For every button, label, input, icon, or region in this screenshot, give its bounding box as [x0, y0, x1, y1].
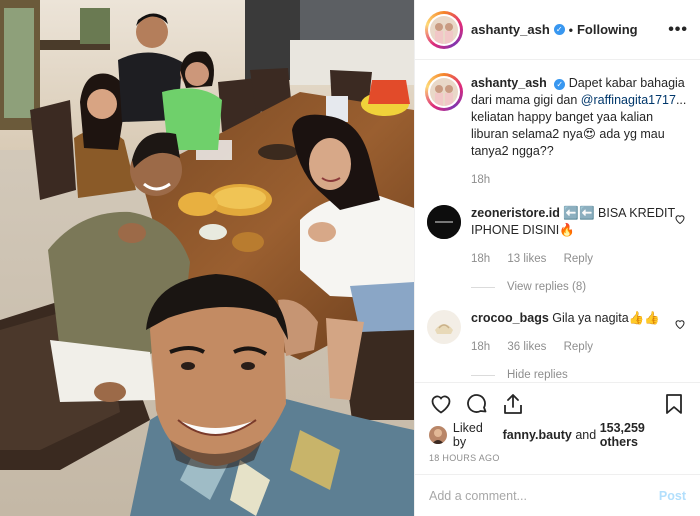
hide-replies-toggle[interactable]: Hide replies	[471, 367, 688, 381]
comment-avatar[interactable]	[427, 310, 461, 344]
comment-meta: 18h 36 likes Reply	[471, 339, 688, 356]
add-comment-bar: Add a comment... Post	[415, 474, 700, 516]
share-icon[interactable]	[501, 392, 525, 416]
separator-dot: •	[568, 22, 573, 37]
comment-like-heart-icon[interactable]	[674, 318, 686, 330]
comment-icon[interactable]	[465, 392, 489, 416]
liker-avatar-image	[429, 426, 447, 444]
comment-time[interactable]: 18h	[471, 341, 490, 353]
comment-avatar[interactable]	[427, 205, 461, 239]
following-button[interactable]: Following	[577, 22, 638, 37]
more-options-icon[interactable]: •••	[668, 21, 688, 39]
author-username[interactable]: ashanty_ash	[471, 22, 550, 37]
likes-summary: Liked by fanny.bauty and 153,259 others	[415, 421, 700, 449]
post-comment-button[interactable]: Post	[659, 489, 686, 503]
likes-prefix: Liked by	[452, 421, 483, 449]
verified-badge-icon: ✓	[554, 79, 566, 90]
comment-body: zeoneristore.id ⬅️⬅️ BISA KREDIT IPHONE …	[471, 205, 688, 296]
comments-list[interactable]: ashanty_ash ✓ Dapet kabar bahagia dari m…	[415, 61, 700, 381]
replies-toggle-label: View replies (8)	[507, 281, 587, 293]
caption-username[interactable]: ashanty_ash	[471, 76, 547, 90]
caption-meta: 18h	[471, 172, 688, 189]
comment-reply-button[interactable]: Reply	[564, 253, 593, 265]
post-photo[interactable]	[0, 0, 414, 516]
author-avatar[interactable]	[425, 10, 463, 49]
replies-toggle-label: Hide replies	[507, 369, 568, 381]
author-avatar-image	[430, 15, 458, 44]
comment-avatar-image	[427, 310, 461, 344]
caption-mention-link[interactable]: @raffinagita1717	[581, 93, 676, 107]
caption-avatar-image	[430, 78, 458, 106]
action-icons	[415, 383, 700, 425]
comment-meta: 18h 13 likes Reply	[471, 251, 688, 268]
comment-body: crocoo_bags Gila ya nagita👍👍 18h 36 like…	[471, 310, 688, 381]
comment-avatar-image	[427, 205, 461, 239]
comment-item: zeoneristore.id ⬅️⬅️ BISA KREDIT IPHONE …	[427, 205, 688, 296]
comment-reply-button[interactable]: Reply	[564, 341, 593, 353]
comment-username[interactable]: zeoneristore.id	[471, 206, 560, 220]
post-actions: Liked by fanny.bauty and 153,259 others …	[415, 382, 700, 516]
heart-icon[interactable]	[429, 392, 453, 416]
liker-avatar[interactable]	[429, 426, 447, 444]
comment-text: Gila ya nagita👍👍	[552, 311, 660, 325]
caption: ashanty_ash ✓ Dapet kabar bahagia dari m…	[425, 73, 688, 189]
likes-count[interactable]: 153,259 others	[600, 421, 686, 449]
liker-username[interactable]: fanny.bauty	[503, 428, 572, 442]
comment-likes[interactable]: 13 likes	[507, 253, 546, 265]
bookmark-icon[interactable]	[662, 392, 686, 416]
family-dinner-photo	[0, 0, 414, 516]
caption-body: ashanty_ash ✓ Dapet kabar bahagia dari m…	[471, 75, 688, 189]
caption-time[interactable]: 18h	[471, 174, 490, 186]
view-replies-toggle[interactable]: View replies (8)	[471, 279, 688, 296]
instagram-post: ashanty_ash ✓ • Following ••• ashanty_as…	[0, 0, 700, 516]
comment-time[interactable]: 18h	[471, 253, 490, 265]
replies-divider	[471, 375, 495, 376]
add-comment-input[interactable]: Add a comment...	[429, 489, 527, 503]
caption-avatar[interactable]	[425, 73, 463, 111]
comment-username[interactable]: crocoo_bags	[471, 311, 549, 325]
post-side-panel: ashanty_ash ✓ • Following ••• ashanty_as…	[414, 0, 700, 516]
comment-like-heart-icon[interactable]	[674, 213, 686, 225]
post-header: ashanty_ash ✓ • Following •••	[415, 0, 700, 60]
comment-likes[interactable]: 36 likes	[507, 341, 546, 353]
comment-item: crocoo_bags Gila ya nagita👍👍 18h 36 like…	[427, 310, 688, 381]
replies-divider	[471, 287, 495, 288]
verified-badge-icon: ✓	[553, 24, 565, 35]
likes-middle: and	[575, 428, 597, 442]
